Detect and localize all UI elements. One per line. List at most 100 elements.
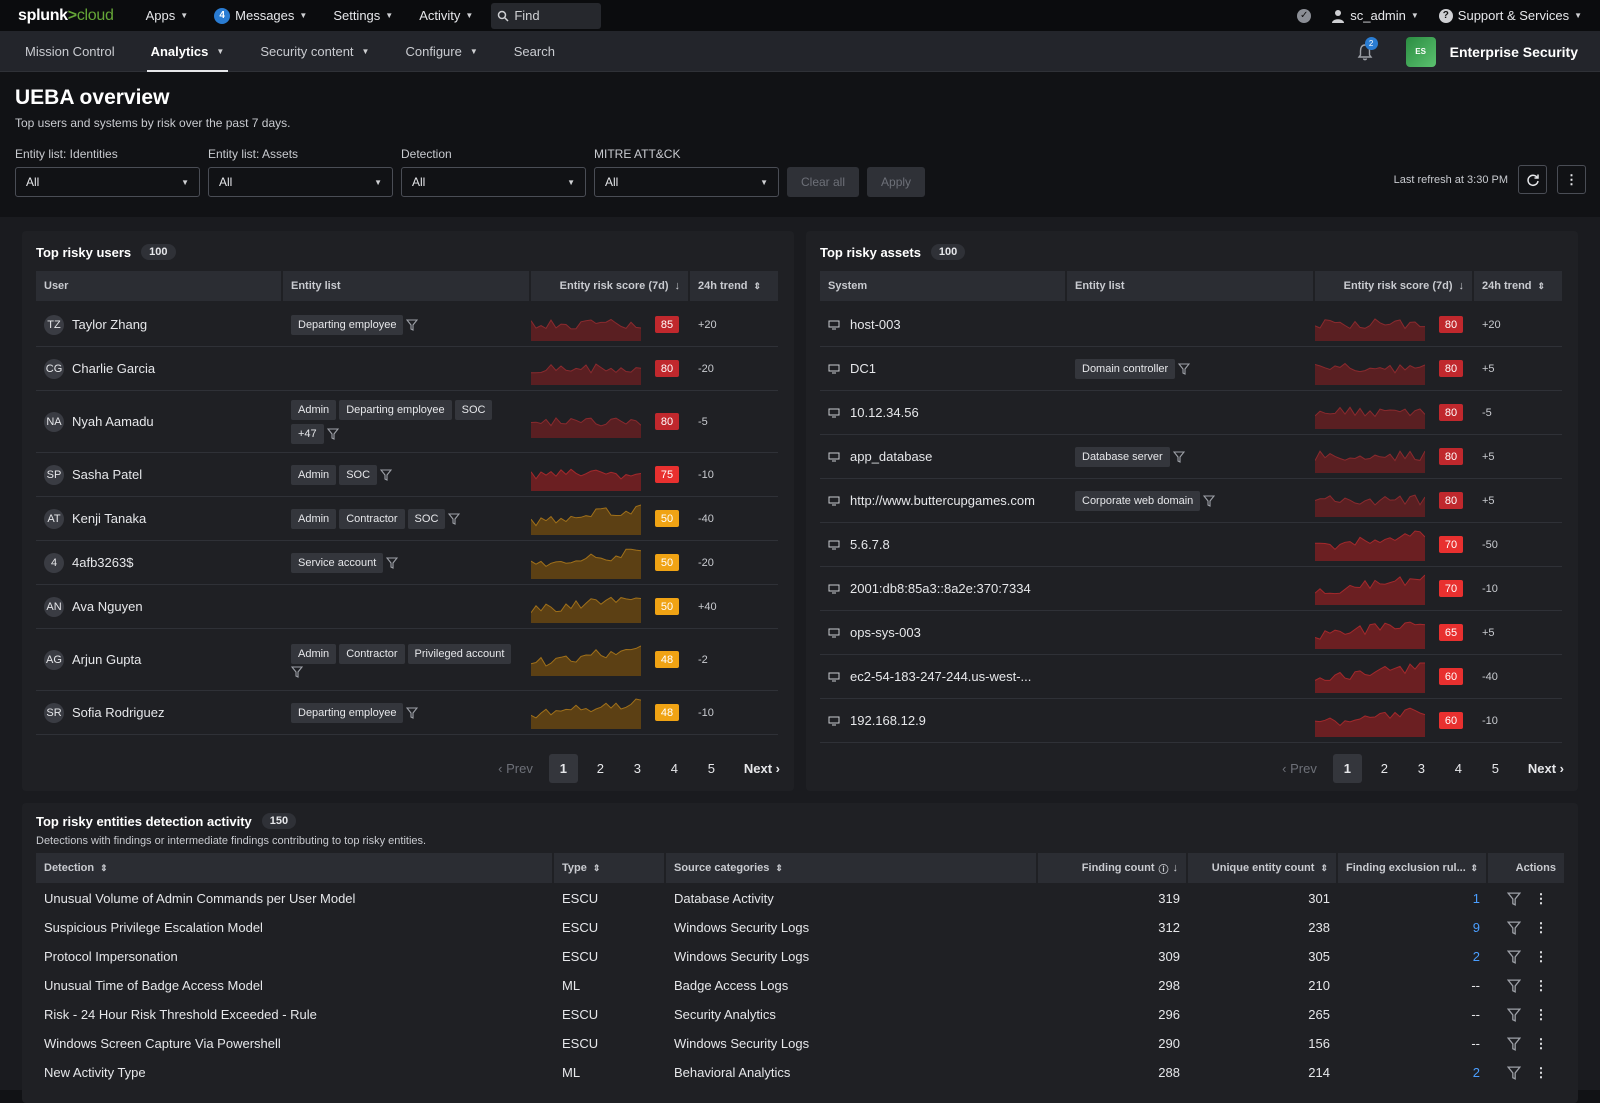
table-row[interactable]: TZ Taylor Zhang Departing employee 85 +20	[36, 303, 778, 347]
prev-page-button[interactable]: ‹ Prev	[498, 761, 533, 776]
table-row[interactable]: 2001:db8:85a3::8a2e:370:7334 70 -10	[820, 567, 1562, 611]
table-row[interactable]: 10.12.34.56 80 -5	[820, 391, 1562, 435]
nav-security-content[interactable]: Security content ▼	[260, 31, 369, 72]
table-row[interactable]: Unusual Time of Badge Access Model ML Badg…	[36, 971, 1566, 1000]
filter-icon[interactable]	[1178, 362, 1191, 375]
entity-tag[interactable]: Departing employee	[291, 314, 404, 335]
splunk-cloud-logo[interactable]: splunk>cloud	[18, 7, 114, 25]
col-finding-count[interactable]: Finding count ⓘ ↓	[1038, 853, 1186, 883]
table-row[interactable]: SP Sasha Patel Admin SOC 75 -10	[36, 453, 778, 497]
filter-icon[interactable]	[1506, 950, 1521, 964]
system-name[interactable]: http://www.buttercupgames.com	[850, 493, 1035, 508]
system-name[interactable]: ops-sys-003	[850, 625, 921, 640]
apply-button[interactable]: Apply	[867, 167, 926, 197]
col-user[interactable]: User	[36, 271, 281, 301]
col-entity-list[interactable]: Entity list	[283, 271, 529, 301]
entity-tag[interactable]: Database server	[1075, 446, 1170, 467]
system-name[interactable]: host-003	[850, 317, 901, 332]
identities-select[interactable]: All ▼	[15, 167, 200, 197]
col-24h-trend[interactable]: 24h trend ⇕	[690, 271, 778, 301]
user-name[interactable]: Sasha Patel	[72, 467, 142, 482]
user-name[interactable]: Ava Nguyen	[72, 599, 143, 614]
table-row[interactable]: host-003 80 +20	[820, 303, 1562, 347]
filter-icon[interactable]	[448, 512, 461, 525]
table-row[interactable]: SR Sofia Rodriguez Departing employee 48 -10	[36, 691, 778, 735]
more-vertical-icon[interactable]: ⋮	[1535, 1036, 1548, 1052]
page-3-button[interactable]: 3	[623, 754, 652, 783]
page-2-button[interactable]: 2	[1370, 754, 1399, 783]
system-name[interactable]: ec2-54-183-247-244.us-west-...	[850, 669, 1031, 684]
table-row[interactable]: AG Arjun Gupta Admin Contractor Privileged a…	[36, 629, 778, 691]
col-finding-exclusion[interactable]: Finding exclusion rul... ⇕	[1338, 853, 1486, 883]
user-name[interactable]: Arjun Gupta	[72, 652, 141, 667]
system-name[interactable]: DC1	[850, 361, 876, 376]
user-name[interactable]: 4afb3263$	[72, 555, 133, 570]
entity-tag[interactable]: Corporate web domain	[1075, 490, 1201, 511]
table-row[interactable]: Protocol Impersonation ESCU Windows Securi…	[36, 942, 1566, 971]
col-unique-entity-count[interactable]: Unique entity count ⇕	[1188, 853, 1336, 883]
more-vertical-icon[interactable]: ⋮	[1535, 1007, 1548, 1023]
entity-tag[interactable]: Admin	[291, 643, 337, 664]
notifications-button[interactable]: 2	[1352, 36, 1378, 65]
col-24h-trend[interactable]: 24h trend ⇕	[1474, 271, 1562, 301]
filter-icon[interactable]	[1172, 450, 1185, 463]
prev-page-button[interactable]: ‹ Prev	[1282, 761, 1317, 776]
exclusion-rule-count[interactable]: 2	[1338, 949, 1488, 964]
user-name[interactable]: Sofia Rodriguez	[72, 705, 165, 720]
entity-tag[interactable]: Domain controller	[1075, 358, 1176, 379]
system-name[interactable]: app_database	[850, 449, 932, 464]
page-1-button[interactable]: 1	[1332, 754, 1362, 783]
exclusion-rule-count[interactable]: 1	[1338, 891, 1488, 906]
messages-menu[interactable]: 4 Messages ▼	[214, 7, 307, 24]
entity-tag[interactable]: Departing employee	[339, 399, 452, 420]
assets-select[interactable]: All ▼	[208, 167, 393, 197]
table-row[interactable]: 192.168.12.9 60 -10	[820, 699, 1562, 743]
find-input[interactable]: Find	[491, 2, 602, 29]
user-name[interactable]: Charlie Garcia	[72, 361, 155, 376]
table-row[interactable]: NA Nyah Aamadu Admin Departing employee SOC +…	[36, 391, 778, 453]
entity-tag[interactable]: +47	[291, 423, 324, 444]
more-vertical-icon[interactable]: ⋮	[1535, 920, 1548, 936]
detection-name[interactable]: Risk - 24 Hour Risk Threshold Exceeded -…	[36, 1007, 554, 1022]
table-row[interactable]: Risk - 24 Hour Risk Threshold Exceeded -…	[36, 1000, 1566, 1029]
entity-tag[interactable]: Admin	[291, 464, 337, 485]
col-type[interactable]: Type ⇕	[554, 853, 664, 883]
entity-tag[interactable]: SOC	[407, 508, 446, 529]
filter-icon[interactable]	[380, 468, 393, 481]
table-row[interactable]: Unusual Volume of Admin Commands per Use…	[36, 884, 1566, 913]
exclusion-rule-count[interactable]: 9	[1338, 920, 1488, 935]
table-row[interactable]: ec2-54-183-247-244.us-west-... 60 -40	[820, 655, 1562, 699]
filter-icon[interactable]	[406, 318, 419, 331]
detection-name[interactable]: Windows Screen Capture Via Powershell	[36, 1036, 554, 1051]
table-row[interactable]: AN Ava Nguyen 50 +40	[36, 585, 778, 629]
table-row[interactable]: http://www.buttercupgames.com Corporate w…	[820, 479, 1562, 523]
health-status-icon[interactable]: ✓	[1297, 8, 1312, 23]
exclusion-rule-count[interactable]: 2	[1338, 1065, 1488, 1080]
apps-menu[interactable]: Apps ▼	[146, 8, 189, 23]
page-3-button[interactable]: 3	[1407, 754, 1436, 783]
activity-menu[interactable]: Activity ▼	[419, 8, 473, 23]
user-name[interactable]: Taylor Zhang	[72, 317, 147, 332]
more-vertical-icon[interactable]: ⋮	[1535, 978, 1548, 994]
nav-search[interactable]: Search	[514, 31, 555, 72]
more-options-button[interactable]: ⋮	[1557, 165, 1586, 194]
entity-tag[interactable]: Contractor	[339, 643, 405, 664]
filter-icon[interactable]	[1506, 979, 1521, 993]
more-vertical-icon[interactable]: ⋮	[1535, 891, 1548, 907]
mitre-select[interactable]: All ▼	[594, 167, 779, 197]
col-risk-score[interactable]: Entity risk score (7d) ↓	[531, 271, 688, 301]
page-5-button[interactable]: 5	[1481, 754, 1510, 783]
filter-icon[interactable]	[406, 706, 419, 719]
table-row[interactable]: 5.6.7.8 70 -50	[820, 523, 1562, 567]
page-4-button[interactable]: 4	[660, 754, 689, 783]
filter-icon[interactable]	[1506, 1008, 1521, 1022]
entity-tag[interactable]: Contractor	[339, 508, 405, 529]
table-row[interactable]: CG Charlie Garcia 80 -20	[36, 347, 778, 391]
detection-name[interactable]: Suspicious Privilege Escalation Model	[36, 920, 554, 935]
filter-icon[interactable]	[1506, 1066, 1521, 1080]
entity-tag[interactable]: Admin	[291, 508, 337, 529]
entity-tag[interactable]: Departing employee	[291, 702, 404, 723]
filter-icon[interactable]	[326, 427, 339, 440]
system-name[interactable]: 5.6.7.8	[850, 537, 890, 552]
filter-icon[interactable]	[1506, 921, 1521, 935]
